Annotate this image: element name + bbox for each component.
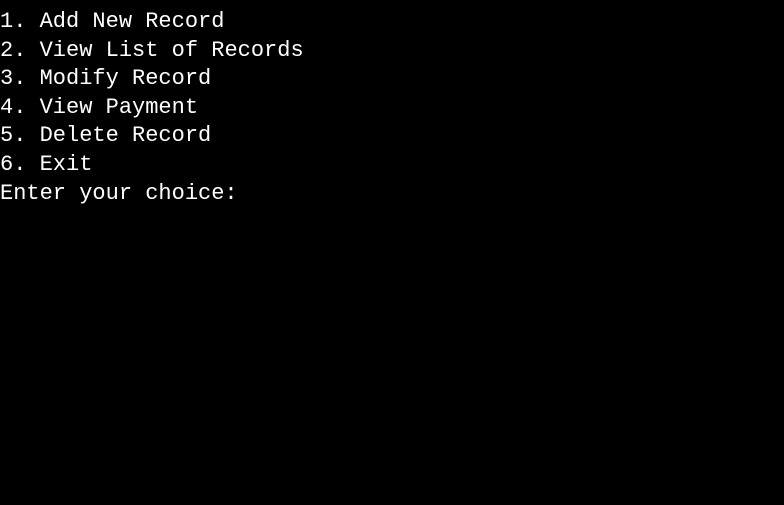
menu-item-1: 1. Add New Record xyxy=(0,8,784,37)
menu-item-6: 6. Exit xyxy=(0,151,784,180)
prompt-line: Enter your choice: xyxy=(0,180,784,209)
menu-item-2: 2. View List of Records xyxy=(0,37,784,66)
menu-number: 5 xyxy=(0,123,13,148)
menu-number: 6 xyxy=(0,152,13,177)
menu-label: Modify Record xyxy=(40,66,212,91)
menu-number: 2 xyxy=(0,38,13,63)
prompt-text: Enter your choice: xyxy=(0,180,238,209)
console-menu: 1. Add New Record 2. View List of Record… xyxy=(0,8,784,208)
menu-number: 4 xyxy=(0,95,13,120)
menu-label: Add New Record xyxy=(40,9,225,34)
menu-item-3: 3. Modify Record xyxy=(0,65,784,94)
choice-input[interactable] xyxy=(238,181,438,206)
menu-number: 1 xyxy=(0,9,13,34)
menu-label: Delete Record xyxy=(40,123,212,148)
menu-label: Exit xyxy=(40,152,93,177)
menu-item-5: 5. Delete Record xyxy=(0,122,784,151)
menu-item-4: 4. View Payment xyxy=(0,94,784,123)
menu-label: View List of Records xyxy=(40,38,304,63)
menu-number: 3 xyxy=(0,66,13,91)
menu-label: View Payment xyxy=(40,95,198,120)
